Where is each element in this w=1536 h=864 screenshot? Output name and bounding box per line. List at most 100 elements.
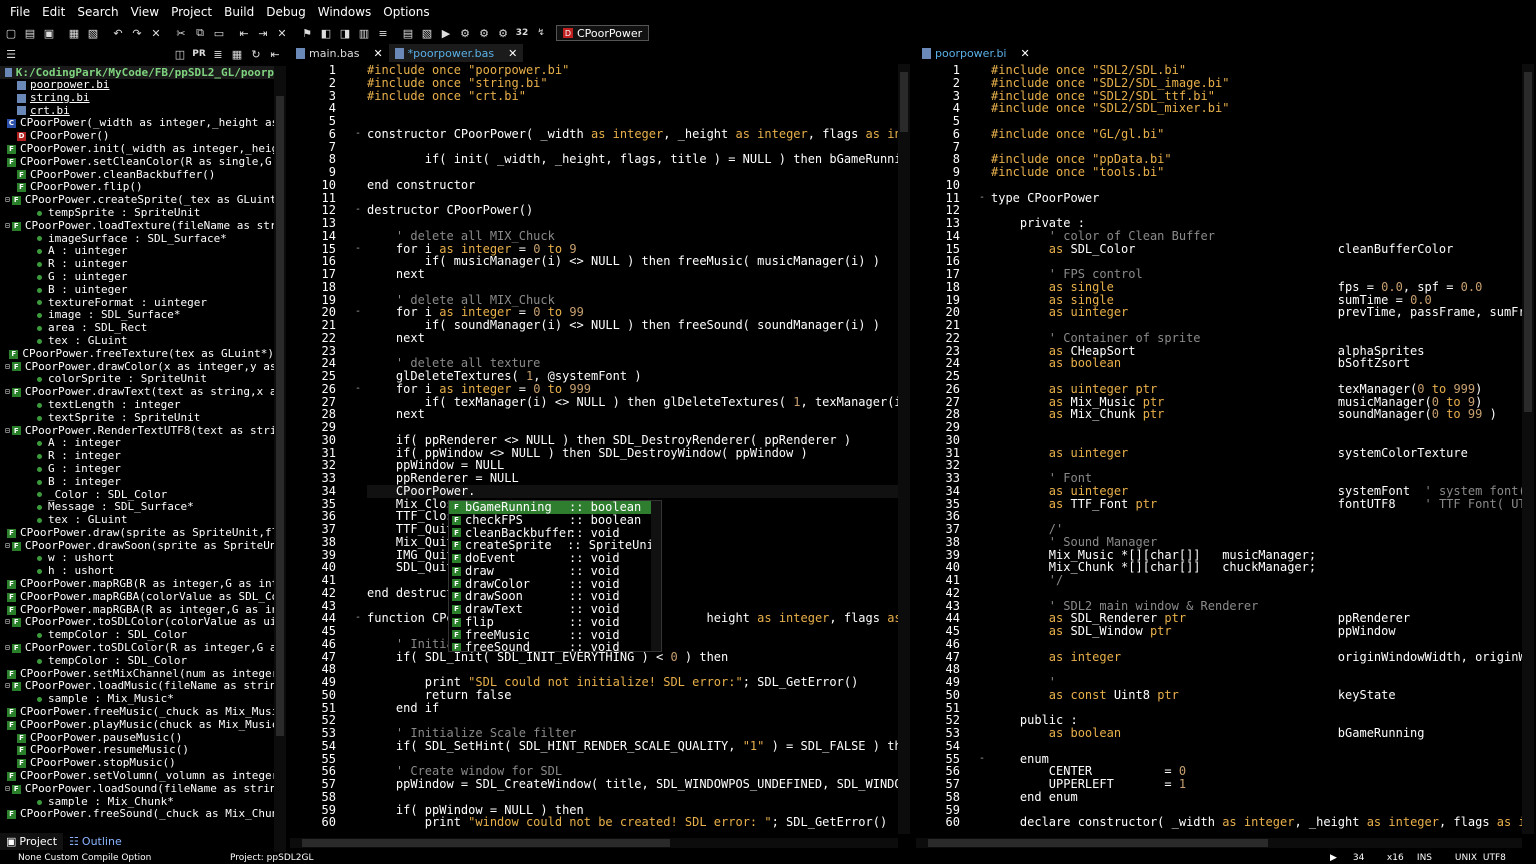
build-mode-icon[interactable]: 32 [514,25,530,41]
code-line[interactable]: '/ [991,574,1522,587]
tree-variable-item[interactable]: B : integer [0,475,274,489]
menu-debug[interactable]: Debug [260,0,311,24]
close-all-icon[interactable]: ✕ [274,25,290,41]
code-line[interactable]: as SDL_Color cleanBufferColor [991,242,1522,256]
editor-left-horizontal-scrollbar[interactable] [290,838,898,848]
tree-function-item[interactable]: F CPoorPower.init(_width as integer,_heig… [0,142,274,156]
menu-build[interactable]: Build [218,0,260,24]
editor-right-vertical-scrollbar[interactable] [1522,64,1534,834]
fold-marker[interactable]: - [352,243,364,256]
tab-poorpower-bi[interactable]: poorpower.bi ✕ [916,44,1036,62]
autocomplete-item[interactable]: FfreeSound:: void [449,641,661,651]
tree-function-item[interactable]: ⊟ F CPoorPower.loadSound(fileName as strin… [0,782,274,796]
code-line[interactable]: next [367,268,898,281]
code-line[interactable]: as SDL_Window ptr ppWindow [991,625,1522,638]
autocomplete-item[interactable]: FdoEvent:: void [449,552,661,565]
fold-marker[interactable]: - [352,204,364,217]
editor-right-horizontal-scrollbar[interactable] [916,838,1522,848]
prev-bookmark-icon[interactable]: ◧ [318,25,334,41]
collapse-toggle-icon[interactable]: ⊟ [5,426,10,436]
code-line[interactable] [991,663,1522,676]
tree-function-item[interactable]: F CPoorPower.freeMusic(_chuck as Mix_Musi… [0,705,274,719]
list-icon[interactable]: ≣ [210,46,226,62]
tree-function-item[interactable]: F CPoorPower.setCleanColor(R as single,G … [0,155,274,169]
function-tab[interactable]: D CPoorPower [556,25,650,41]
tree-variable-item[interactable]: tempColor : SDL_Color [0,654,274,668]
tree-function-item[interactable]: F CPoorPower.freeTexture(tex as GLuint*) [0,347,274,361]
code-line[interactable]: #include once "crt.bi" [367,89,898,103]
code-line[interactable]: for i as integer = 0 to 999 [367,382,898,396]
tree-variable-item[interactable]: G : uinteger [0,270,274,284]
menu-windows[interactable]: Windows [312,0,378,24]
cut-icon[interactable]: ✂ [173,25,189,41]
collapse-icon[interactable]: ⇤ [267,46,283,62]
open-file-icon[interactable]: ▤ [22,25,38,41]
tree-variable-item[interactable]: area : SDL_Rect [0,321,274,335]
code-line[interactable]: if( SDL_Init( SDL_INIT_EVERYTHING ) < 0 … [367,650,898,664]
collapse-toggle-icon[interactable]: ⊟ [5,617,10,628]
code-line[interactable]: as uinteger ptr texManager(0 to 999) [991,382,1522,396]
fold-marker[interactable]: - [352,612,364,625]
tree-function-item[interactable]: ⊟ F CPoorPower.drawText(text as string,x a… [0,385,274,399]
tree-variable-item[interactable]: tex : GLuint [0,513,274,527]
save-icon[interactable]: ▦ [66,25,82,41]
fold-marker[interactable]: - [352,128,364,141]
indent-icon[interactable]: ⇥ [255,25,271,41]
tab-main-bas[interactable]: main.bas ✕ [290,44,389,62]
paste-icon[interactable]: ▭ [211,25,227,41]
menu-search[interactable]: Search [71,0,124,24]
code-line[interactable]: UPPERLEFT = 1 [991,778,1522,791]
code-line[interactable]: ppWindow = SDL_CreateWindow( title, SDL_… [367,778,898,791]
tree-variable-item[interactable]: G : integer [0,462,274,476]
code-line[interactable]: if( SDL_SetHint( SDL_HINT_RENDER_SCALE_Q… [367,739,898,753]
undo-icon[interactable]: ↶ [110,25,126,41]
code-line[interactable]: if( texManager(i) <> NULL ) then glDelet… [367,395,898,409]
autocomplete-item[interactable]: FdrawText:: void [449,603,661,616]
code-line[interactable]: #include once "SDL2/SDL_mixer.bi" [991,102,1522,115]
code-line[interactable]: as uinteger prevTime, passFrame, sumFram… [991,306,1522,319]
menu-project[interactable]: Project [165,0,218,24]
tree-function-item[interactable]: ⊟ F CPoorPower.toSDLColor(R as integer,G a… [0,641,274,655]
autocomplete-item[interactable]: Fflip:: void [449,615,661,629]
tree-variable-item[interactable]: R : integer [0,449,274,463]
tree-file-item[interactable]: poorpower.bi [0,78,274,92]
code-line[interactable]: next [367,331,898,345]
collapse-toggle-icon[interactable]: ⊟ [5,681,10,692]
close-icon[interactable]: ✕ [508,47,517,60]
outdent-icon[interactable]: ⇤ [236,25,252,41]
redo-icon[interactable]: ↷ [129,25,145,41]
fold-margin[interactable]: - - - - - - [352,64,364,829]
code-line[interactable]: if( musicManager(i) <> NULL ) then freeM… [367,255,898,268]
compile-icon[interactable]: ▤ [400,25,416,41]
tab-project[interactable]: ▣ Project [0,833,64,850]
copy-icon[interactable]: ⧉ [192,25,208,41]
code-line[interactable]: end if [367,701,898,715]
code-area[interactable]: #include once "poorpower.bi" #include onc… [367,64,898,836]
tree-function-item[interactable]: ⊟ F CPoorPower.RenderTextUTF8(text as stri… [0,424,274,438]
collapse-toggle-icon[interactable]: ⊟ [5,221,10,231]
code-line[interactable]: as TTF_Font ptr fontUTF8 ' TTF Font( UTF… [991,497,1522,511]
pane-icon[interactable]: ◫ [172,46,188,62]
tools-icon[interactable]: ⚙ [495,25,511,41]
close-file-icon[interactable]: ▣ [41,25,57,41]
code-line[interactable] [367,421,898,434]
fold-marker[interactable]: - [976,192,988,205]
editor-left-vertical-scrollbar[interactable] [898,64,910,834]
tree-variable-item[interactable]: Message : SDL_Surface* [0,500,274,514]
autocomplete-item[interactable]: FbGameRunning:: boolean [449,501,661,514]
fold-marker[interactable]: - [352,306,364,319]
code-line[interactable]: constructor CPoorPower( _width as intege… [367,127,898,141]
tree-variable-item[interactable]: R : uinteger [0,257,274,271]
new-file-icon[interactable]: ▢ [3,25,19,41]
menu-file[interactable]: File [4,0,36,24]
toggle-comment-icon[interactable]: ≡ [375,25,391,41]
compile-option[interactable]: None Custom Compile Option [18,853,230,863]
tree-icon[interactable]: ☰ [3,46,19,62]
collapse-toggle-icon[interactable]: ⊟ [5,362,10,372]
code-line[interactable]: as integer originWindowWidth, originWind… [991,650,1522,664]
code-line[interactable]: end constructor [367,178,898,192]
menu-edit[interactable]: Edit [36,0,71,24]
tree-function-item[interactable]: F CPoorPower.setVolumn(_volumn as integer… [0,769,274,783]
fold-marker[interactable]: - [976,753,988,766]
code-line[interactable] [367,166,898,179]
